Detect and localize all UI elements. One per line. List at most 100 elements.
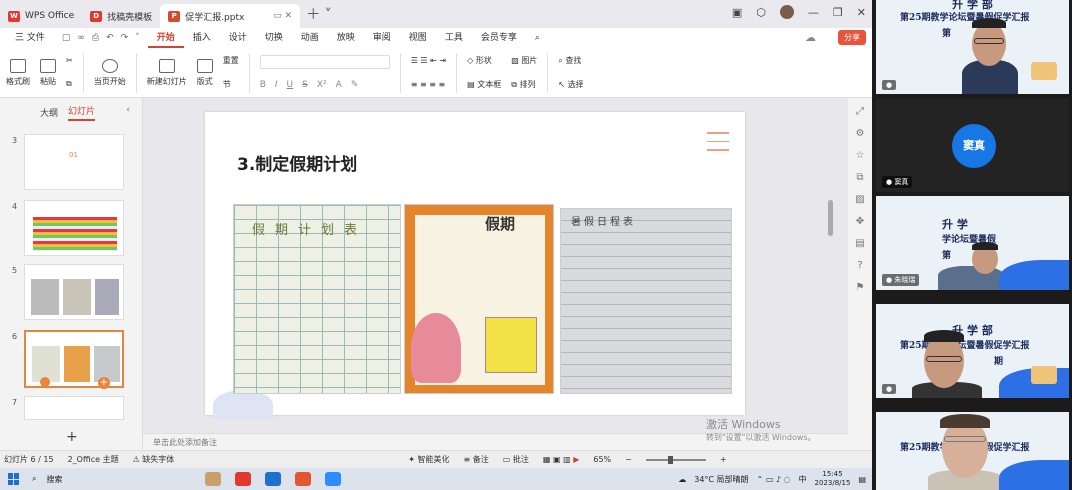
- menu-slideshow[interactable]: 放映: [328, 28, 364, 48]
- browser-taskbar-icon[interactable]: [295, 472, 311, 486]
- section-button[interactable]: 节: [223, 79, 239, 90]
- save-icon[interactable]: ▢: [62, 33, 71, 43]
- undo-icon[interactable]: ↶: [106, 33, 114, 43]
- shape-button[interactable]: ◇ 形状: [467, 55, 501, 66]
- underline-icon[interactable]: U: [287, 80, 294, 90]
- reset-button[interactable]: 重置: [223, 55, 239, 66]
- menu-review[interactable]: 审阅: [364, 28, 400, 48]
- slide[interactable]: 3.制定假期计划 假期计划表 假期 暑假日程表: [205, 112, 745, 420]
- cloud-icon[interactable]: ☁: [805, 31, 816, 44]
- view-mode-icons[interactable]: ▦ ▣ ▥ ▶: [543, 455, 579, 464]
- help-icon[interactable]: ?: [857, 260, 862, 271]
- notes-button[interactable]: ≡ 备注: [464, 454, 489, 465]
- vertical-scrollbar[interactable]: [828, 200, 833, 236]
- slide-thumb-3[interactable]: 3 01: [8, 134, 128, 198]
- add-slide-icon[interactable]: +: [66, 429, 78, 445]
- settings-icon[interactable]: ⚙: [856, 128, 865, 139]
- copy-icon[interactable]: ⧉: [66, 79, 73, 89]
- menu-home[interactable]: 开始: [147, 28, 184, 48]
- weather-text[interactable]: 34°C 局部晴朗: [694, 474, 748, 485]
- collapse-icon[interactable]: ⤢: [856, 106, 864, 117]
- menu-transition[interactable]: 切换: [256, 28, 292, 48]
- zoom-out-icon[interactable]: −: [625, 455, 632, 464]
- comments-button[interactable]: ▭ 批注: [503, 454, 529, 465]
- image-button[interactable]: ▨ 图片: [511, 55, 537, 66]
- slide-thumb-4[interactable]: 4: [8, 200, 128, 264]
- taskbar-search[interactable]: ⌕ 搜索: [28, 474, 198, 485]
- wps-taskbar-icon[interactable]: [235, 472, 251, 486]
- copy-style-icon[interactable]: ⧉: [856, 172, 863, 183]
- share-button[interactable]: 分享: [838, 30, 866, 45]
- bookmark-icon[interactable]: ⚑: [856, 282, 865, 293]
- link-icon[interactable]: ∞: [77, 33, 85, 43]
- video-tile-1[interactable]: 升 学 部 第25期教学论坛暨暑假促学汇报 第 ●: [876, 0, 1069, 94]
- bold-icon[interactable]: B: [260, 80, 266, 90]
- menu-insert[interactable]: 插入: [184, 28, 220, 48]
- tab-wps-office[interactable]: W WPS Office: [0, 4, 82, 28]
- find-button[interactable]: ⌕ 查找: [558, 55, 583, 66]
- star-icon[interactable]: ☆: [856, 150, 865, 161]
- zoom-in-icon[interactable]: +: [720, 455, 727, 464]
- superscript-icon[interactable]: X²: [317, 80, 327, 90]
- print-icon[interactable]: ⎙: [92, 33, 99, 43]
- ime-indicator[interactable]: 中: [799, 474, 807, 485]
- weather-icon[interactable]: ☁: [678, 475, 686, 484]
- highlight-icon[interactable]: ✎: [351, 80, 359, 90]
- paste-button[interactable]: 粘贴: [40, 52, 56, 93]
- layout-button[interactable]: 版式: [196, 52, 213, 93]
- zoom-slider[interactable]: [645, 455, 706, 464]
- close-window-icon[interactable]: ✕: [857, 6, 866, 19]
- video-tile-4[interactable]: 升 学 部 第25期教学论坛暨暑假促学汇报 期 ●: [876, 304, 1069, 398]
- app-taskbar-icon[interactable]: [265, 472, 281, 486]
- restore-icon[interactable]: ❐: [833, 6, 843, 19]
- tab-template[interactable]: D 找稿壳模板: [82, 4, 160, 28]
- italic-icon[interactable]: I: [275, 80, 278, 90]
- tab-presentation[interactable]: P 促学汇报.pptx ▭ ✕: [160, 4, 301, 28]
- format-painter-button[interactable]: 格式刷: [6, 52, 30, 93]
- smart-beautify-button[interactable]: ✦ 智能美化: [408, 454, 449, 465]
- textbox-button[interactable]: ▤ 文本框: [467, 79, 501, 90]
- meeting-taskbar-icon[interactable]: [325, 472, 341, 486]
- menu-tools[interactable]: 工具: [436, 28, 472, 48]
- close-tab-icon[interactable]: ▭ ✕: [273, 11, 292, 21]
- tab-slides[interactable]: 幻灯片: [68, 104, 96, 121]
- arrange-button[interactable]: ⧉ 排列: [511, 79, 537, 90]
- vacation-plan-photo-2[interactable]: 假期: [404, 204, 554, 394]
- redo-icon[interactable]: ↷: [121, 33, 129, 43]
- notification-icon[interactable]: ▤: [858, 475, 866, 484]
- new-slide-button[interactable]: 新建幻灯片: [147, 52, 187, 93]
- menu-member[interactable]: 会员专享: [472, 28, 526, 48]
- video-tile-2[interactable]: 窦真 ● 窦真: [876, 98, 1069, 192]
- missing-font-button[interactable]: ⚠ 缺失字体: [133, 454, 175, 465]
- video-tile-5[interactable]: 第25期教学论坛暨暑假促学汇报: [876, 412, 1069, 490]
- menu-file[interactable]: 三 文件: [6, 28, 54, 48]
- strike-icon[interactable]: S: [302, 80, 308, 90]
- search-icon[interactable]: ⌕: [526, 28, 549, 48]
- select-button[interactable]: ↖ 选择: [558, 79, 583, 90]
- minimize-icon[interactable]: —: [808, 6, 819, 19]
- user-avatar[interactable]: [779, 5, 794, 19]
- book-icon[interactable]: ▤: [855, 238, 864, 249]
- layout-icon[interactable]: ▣: [732, 6, 742, 19]
- clock[interactable]: 15:45 2023/8/15: [815, 470, 851, 488]
- widget-icon[interactable]: [205, 472, 221, 486]
- font-name-dropdown[interactable]: [259, 54, 390, 69]
- vacation-plan-photo-1[interactable]: 假期计划表: [233, 204, 401, 394]
- slide-title[interactable]: 3.制定假期计划: [237, 150, 357, 175]
- align-icon[interactable]: ≡ ≡ ≡ ≡: [411, 80, 446, 89]
- zoom-level[interactable]: 65%: [593, 455, 611, 464]
- vacation-plan-photo-3[interactable]: 暑假日程表: [560, 208, 732, 394]
- menu-view[interactable]: 视图: [400, 28, 436, 48]
- menu-animation[interactable]: 动画: [292, 28, 328, 48]
- more-icon[interactable]: ˅: [135, 33, 140, 43]
- slide-thumb-5[interactable]: 5: [8, 264, 128, 328]
- collapse-panel-icon[interactable]: ‹: [126, 105, 130, 115]
- start-icon[interactable]: [8, 473, 20, 485]
- font-color-icon[interactable]: A: [336, 80, 342, 90]
- play-slide-icon[interactable]: [40, 377, 50, 387]
- image-tool-icon[interactable]: ▨: [855, 194, 864, 205]
- cube-icon[interactable]: ⬡: [756, 6, 766, 19]
- transform-icon[interactable]: ✥: [856, 216, 864, 227]
- video-tile-3[interactable]: 升 学 学论坛暨暑假 第 ● 朱晓瑞: [876, 196, 1069, 290]
- bullets-icon[interactable]: ☰ ☰ ⇤ ⇥: [411, 56, 446, 65]
